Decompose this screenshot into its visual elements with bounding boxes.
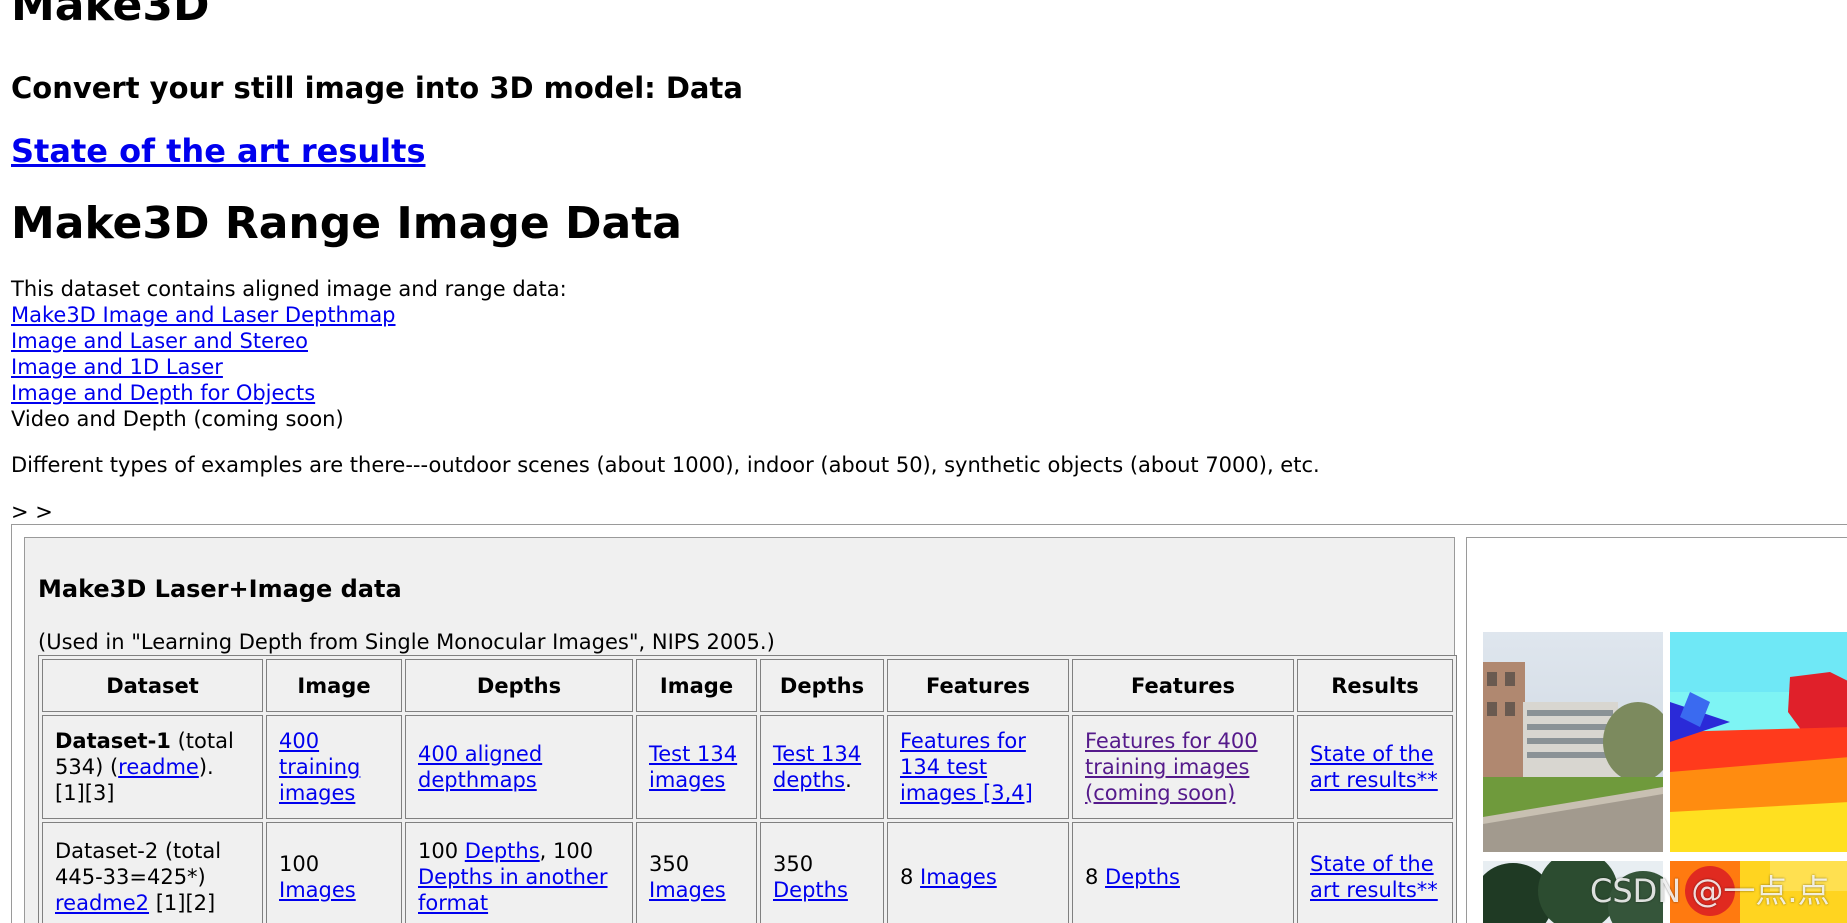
cell-aligned-depthmaps: 400 aligned depthmaps (405, 715, 633, 819)
col-header-dataset: Dataset (42, 659, 263, 712)
depths-8-link[interactable]: Depths (1105, 865, 1180, 889)
link-image-depth-objects[interactable]: Image and Depth for Objects (11, 381, 315, 405)
images-350-link[interactable]: Images (649, 878, 726, 902)
panel-note: (Used in "Learning Depth from Single Mon… (38, 630, 775, 654)
link-image-laser-stereo[interactable]: Image and Laser and Stereo (11, 329, 308, 353)
cell-dataset-2: Dataset-2 (total 445-33=425*) readme2 [1… (42, 822, 263, 923)
cell-images-350: 350 Images (636, 822, 757, 923)
readme2-link[interactable]: readme2 (55, 891, 149, 915)
cell-depths-100: 100 Depths, 100 Depths in another format (405, 822, 633, 923)
col-header-features-train: Features (1072, 659, 1294, 712)
results-link-2[interactable]: State of the art results** (1310, 852, 1438, 902)
page: Make3D Convert your still image into 3D … (0, 0, 1847, 923)
col-header-results: Results (1297, 659, 1453, 712)
dataset-table: Dataset Image Depths Image Depths Featur… (38, 655, 1457, 923)
results-link-1[interactable]: State of the art results** (1310, 742, 1438, 792)
video-depth-coming-soon: Video and Depth (coming soon) (11, 407, 344, 431)
col-header-depths: Depths (405, 659, 633, 712)
readme-link[interactable]: readme (118, 755, 199, 779)
cell-test-depths: Test 134 depths. (760, 715, 884, 819)
col-header-test-image: Image (636, 659, 757, 712)
cell-training-images: 400 training images (266, 715, 402, 819)
test-images-link[interactable]: Test 134 images (649, 742, 737, 792)
panel-title: Make3D Laser+Image data (38, 575, 402, 603)
images-8-link[interactable]: Images (920, 865, 997, 889)
dataset-1-label: Dataset-1 (55, 729, 171, 753)
page-subtitle: Convert your still image into 3D model: … (11, 71, 743, 105)
images-8-count: 8 (900, 865, 921, 889)
intro-block: This dataset contains aligned image and … (11, 276, 567, 432)
depths-other-format-link[interactable]: Depths in another format (418, 865, 608, 915)
col-header-image: Image (266, 659, 402, 712)
results-heading: State of the art results (11, 131, 425, 171)
depths-100-sep: , 100 (539, 839, 594, 863)
cell-features-train: Features for 400 training images (coming… (1072, 715, 1294, 819)
cell-results-1: State of the art results** (1297, 715, 1453, 819)
cell-results-2: State of the art results** (1297, 822, 1453, 923)
training-images-link[interactable]: 400 training images (279, 729, 360, 805)
cell-images-8: 8 Images (887, 822, 1069, 923)
link-image-1d-laser[interactable]: Image and 1D Laser (11, 355, 223, 379)
depths-100-count: 100 (418, 839, 465, 863)
cell-dataset-1: Dataset-1 (total 534) (readme). [1][3] (42, 715, 263, 819)
depths-350-link[interactable]: Depths (773, 878, 848, 902)
dataset-2-refs: [1][2] (149, 891, 216, 915)
cell-depths-8: 8 Depths (1072, 822, 1294, 923)
dataset-2-label: Dataset-2 (total 445-33=425*) (55, 839, 222, 889)
dataset-description: Different types of examples are there---… (11, 453, 1320, 477)
col-header-features-test: Features (887, 659, 1069, 712)
link-make3d-laser-depthmap[interactable]: Make3D Image and Laser Depthmap (11, 303, 396, 327)
images-350-count: 350 (649, 852, 690, 876)
col-header-test-depths: Depths (760, 659, 884, 712)
depths-8-count: 8 (1085, 865, 1106, 889)
gt-marks: > > (11, 500, 53, 524)
watermark: CSDN @一点.点 (1590, 872, 1830, 910)
section-title: Make3D Range Image Data (11, 198, 682, 249)
features-test-ref-link[interactable]: [3,4] (983, 781, 1033, 805)
example-photo-building (1483, 632, 1663, 852)
table-header-row: Dataset Image Depths Image Depths Featur… (42, 659, 1453, 712)
aligned-depthmaps-link[interactable]: 400 aligned depthmaps (418, 742, 542, 792)
cell-depths-350: 350 Depths (760, 822, 884, 923)
images-100-link[interactable]: Images (279, 878, 356, 902)
page-title: Make3D (11, 0, 210, 31)
example-depthmap-1 (1670, 632, 1847, 852)
intro-text: This dataset contains aligned image and … (11, 277, 567, 301)
test-depths-period: . (845, 768, 852, 792)
depths-350-count: 350 (773, 852, 814, 876)
cell-features-test: Features for 134 test images [3,4] (887, 715, 1069, 819)
images-100-count: 100 (279, 852, 320, 876)
cell-test-images: Test 134 images (636, 715, 757, 819)
table-row: Dataset-1 (total 534) (readme). [1][3] 4… (42, 715, 1453, 819)
state-of-art-link[interactable]: State of the art results (11, 132, 425, 170)
features-train-link[interactable]: Features for 400 training images (coming… (1085, 729, 1258, 805)
depths-100-link[interactable]: Depths (465, 839, 540, 863)
cell-images-100: 100 Images (266, 822, 402, 923)
table-row: Dataset-2 (total 445-33=425*) readme2 [1… (42, 822, 1453, 923)
